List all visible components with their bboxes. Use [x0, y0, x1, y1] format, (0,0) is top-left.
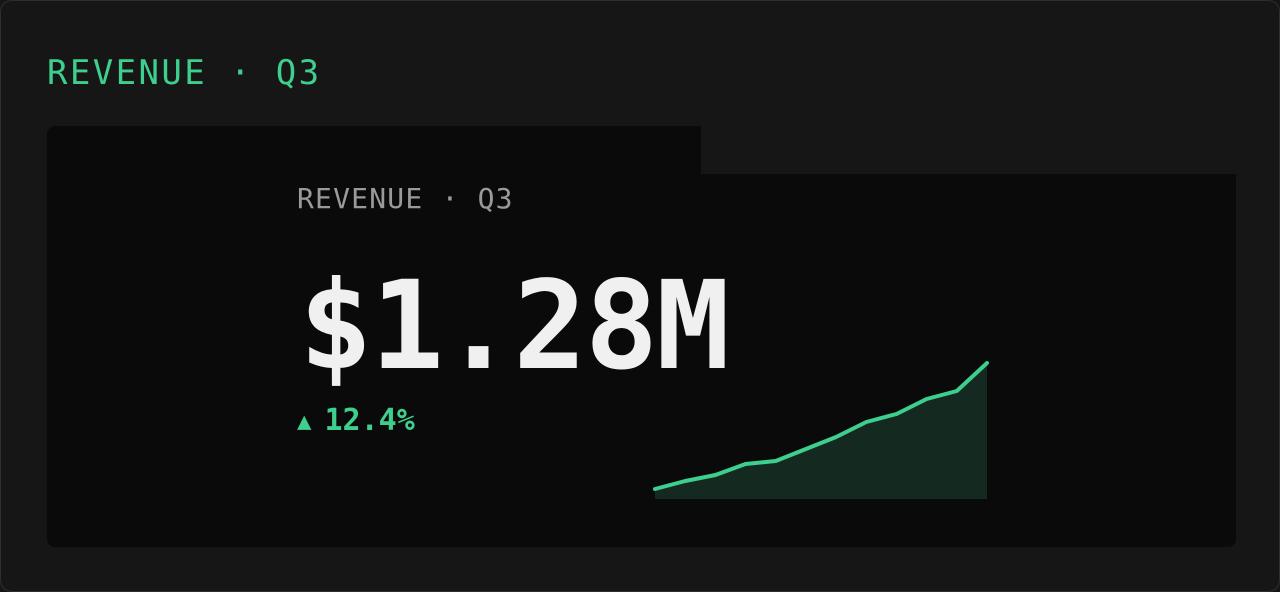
revenue-card: REVENUE · Q3 $1.28M ▲ 12.4%	[47, 126, 1236, 547]
panel-title: REVENUE · Q3	[47, 53, 322, 93]
revenue-panel: REVENUE · Q3 REVENUE · Q3 $1.28M ▲ 12.4%	[0, 0, 1280, 592]
revenue-sparkline	[653, 361, 989, 499]
overlay-panel	[701, 5, 1279, 174]
